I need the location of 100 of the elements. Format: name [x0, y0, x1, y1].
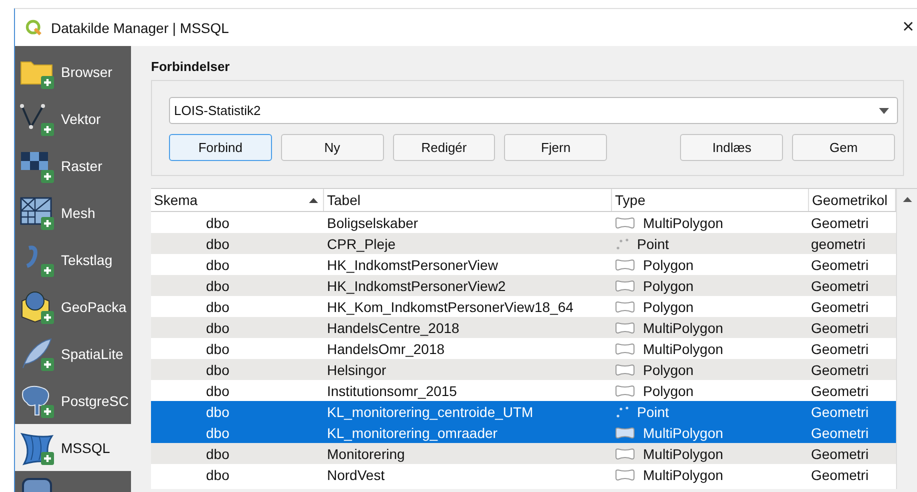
table-cell: HandelsOmr_2018: [327, 340, 445, 356]
table-cell: Geometri: [811, 404, 869, 420]
close-button[interactable]: ×: [898, 16, 917, 39]
table-cell: HK_IndkomstPersonerView2: [327, 278, 506, 294]
dialog-button[interactable]: Indlæs: [680, 134, 784, 161]
table-cell: Geometri: [811, 466, 869, 482]
table-cell: HandelsCentre_2018: [327, 320, 460, 336]
table-cell: MultiPolygon: [643, 214, 724, 230]
table-cell: CPR_Pleje: [327, 236, 396, 252]
table-cell: dbo: [206, 278, 230, 294]
dialog-button[interactable]: Ny: [280, 134, 384, 161]
sidebar-item[interactable]: SpatiaLite: [15, 330, 131, 377]
table-cell: KL_monitorering_centroide_UTM: [327, 404, 534, 420]
window-title: Datakilde Manager | MSSQL: [51, 20, 229, 36]
table-cell: MultiPolygon: [643, 446, 724, 462]
mesh-add-icon: [19, 194, 55, 230]
dialog-button[interactable]: Forbind: [169, 134, 272, 161]
table-cell: Geometri: [811, 298, 869, 314]
table-cell: dbo: [206, 446, 230, 462]
sidebar-item[interactable]: GeoPacka: [15, 283, 131, 330]
table-cell: dbo: [206, 424, 230, 440]
table-cell: dbo: [206, 256, 230, 272]
polygon-icon: [615, 426, 635, 438]
scrollbar[interactable]: [896, 189, 917, 489]
table-cell: Monitorering: [327, 446, 405, 462]
table-cell: Polygon: [643, 256, 694, 272]
table-cell: dbo: [206, 382, 230, 398]
table-cell: dbo: [206, 466, 230, 482]
polygon-icon: [615, 342, 635, 354]
table-cell: Geometri: [811, 362, 869, 378]
table-row[interactable]: dbo HandelsCentre_2018 MultiPolygon Geometri: [151, 317, 896, 338]
table-cell: Point: [637, 236, 669, 252]
sort-ascending-icon: [309, 198, 318, 202]
table-cell: Geometri: [811, 320, 869, 336]
group-heading: Forbindelser: [151, 59, 231, 74]
table-cell: geometri: [811, 236, 866, 252]
column-header[interactable]: Type: [612, 189, 809, 211]
table-cell: MultiPolygon: [643, 424, 724, 440]
sidebar-item[interactable]: Tekstlag: [15, 236, 131, 283]
sidebar-item[interactable]: Vektor: [15, 95, 131, 142]
table-cell: Geometri: [811, 256, 869, 272]
polygon-icon: [615, 216, 635, 228]
table-row[interactable]: dbo KL_monitorering_centroide_UTM Point Geometri: [151, 401, 896, 422]
polygon-icon: [615, 468, 635, 480]
caret-icon: [879, 108, 889, 114]
sidebar-item[interactable]: PostgreSC: [15, 377, 131, 424]
table-cell: Polygon: [643, 298, 694, 314]
polygon-icon: [615, 258, 635, 270]
column-header[interactable]: Tabel: [324, 189, 612, 211]
point-icon: [615, 238, 629, 250]
table-cell: HK_IndkomstPersonerView: [327, 256, 498, 272]
table-row[interactable]: dbo Monitorering MultiPolygon Geometri: [151, 443, 896, 464]
sidebar-item[interactable]: Mesh: [15, 189, 131, 236]
polygon-icon: [615, 280, 635, 292]
table-cell: Geometri: [811, 446, 869, 462]
q-logo-icon: [25, 18, 43, 36]
table-cell: Geometri: [811, 424, 869, 440]
table-cell: MultiPolygon: [643, 340, 724, 356]
table-row[interactable]: dbo Helsingor Polygon Geometri: [151, 359, 896, 380]
table-cell: Polygon: [643, 382, 694, 398]
table-cell: Polygon: [643, 362, 694, 378]
table-cell: MultiPolygon: [643, 320, 724, 336]
table-cell: Institutionsomr_2015: [327, 382, 457, 398]
table-cell: MultiPolygon: [643, 466, 724, 482]
table-row[interactable]: dbo HK_IndkomstPersonerView2 Polygon Geometri: [151, 275, 896, 296]
dialog-button[interactable]: Redigér: [392, 134, 496, 161]
table-row[interactable]: dbo CPR_Pleje Point geometri: [151, 233, 896, 254]
point-icon: [615, 406, 629, 418]
table-cell: Helsingor: [327, 362, 386, 378]
polygon-icon: [615, 448, 635, 460]
scroll-up-icon: [903, 197, 912, 202]
column-header[interactable]: Skema: [151, 189, 324, 211]
polygon-icon: [615, 300, 635, 312]
table-cell: dbo: [206, 340, 230, 356]
table-cell: dbo: [206, 404, 230, 420]
table-row[interactable]: dbo KL_monitorering_omraader MultiPolygon Geometri: [151, 422, 896, 443]
connection-dropdown[interactable]: LOIS-Statistik2: [169, 97, 898, 124]
table-cell: Polygon: [643, 278, 694, 294]
polygon-icon: [615, 322, 635, 334]
sidebar-item[interactable]: Raster: [15, 142, 131, 189]
table-cell: dbo: [206, 320, 230, 336]
polygon-icon: [615, 384, 635, 396]
table-cell: Geometri: [811, 278, 869, 294]
table-cell: dbo: [206, 362, 230, 378]
table-cell: Point: [637, 404, 669, 420]
table-cell: KL_monitorering_omraader: [327, 424, 498, 440]
dialog-button[interactable]: Gem: [792, 134, 896, 161]
table-cell: Geometri: [811, 382, 869, 398]
table-cell: NordVest: [327, 466, 385, 482]
table-cell: dbo: [206, 214, 230, 230]
table-cell: Boligselskaber: [327, 214, 418, 230]
polygon-icon: [615, 364, 635, 376]
globe-box-add-icon: [19, 288, 55, 324]
table-cell: Geometri: [811, 214, 869, 230]
dialog-button[interactable]: Fjern: [504, 134, 608, 161]
table-cell: dbo: [206, 236, 230, 252]
table-cell: Geometri: [811, 340, 869, 356]
sidebar-item[interactable]: Browser: [15, 48, 131, 95]
table-cell: dbo: [206, 298, 230, 314]
table-cell: HK_Kom_IndkomstPersonerView18_64: [327, 298, 574, 314]
